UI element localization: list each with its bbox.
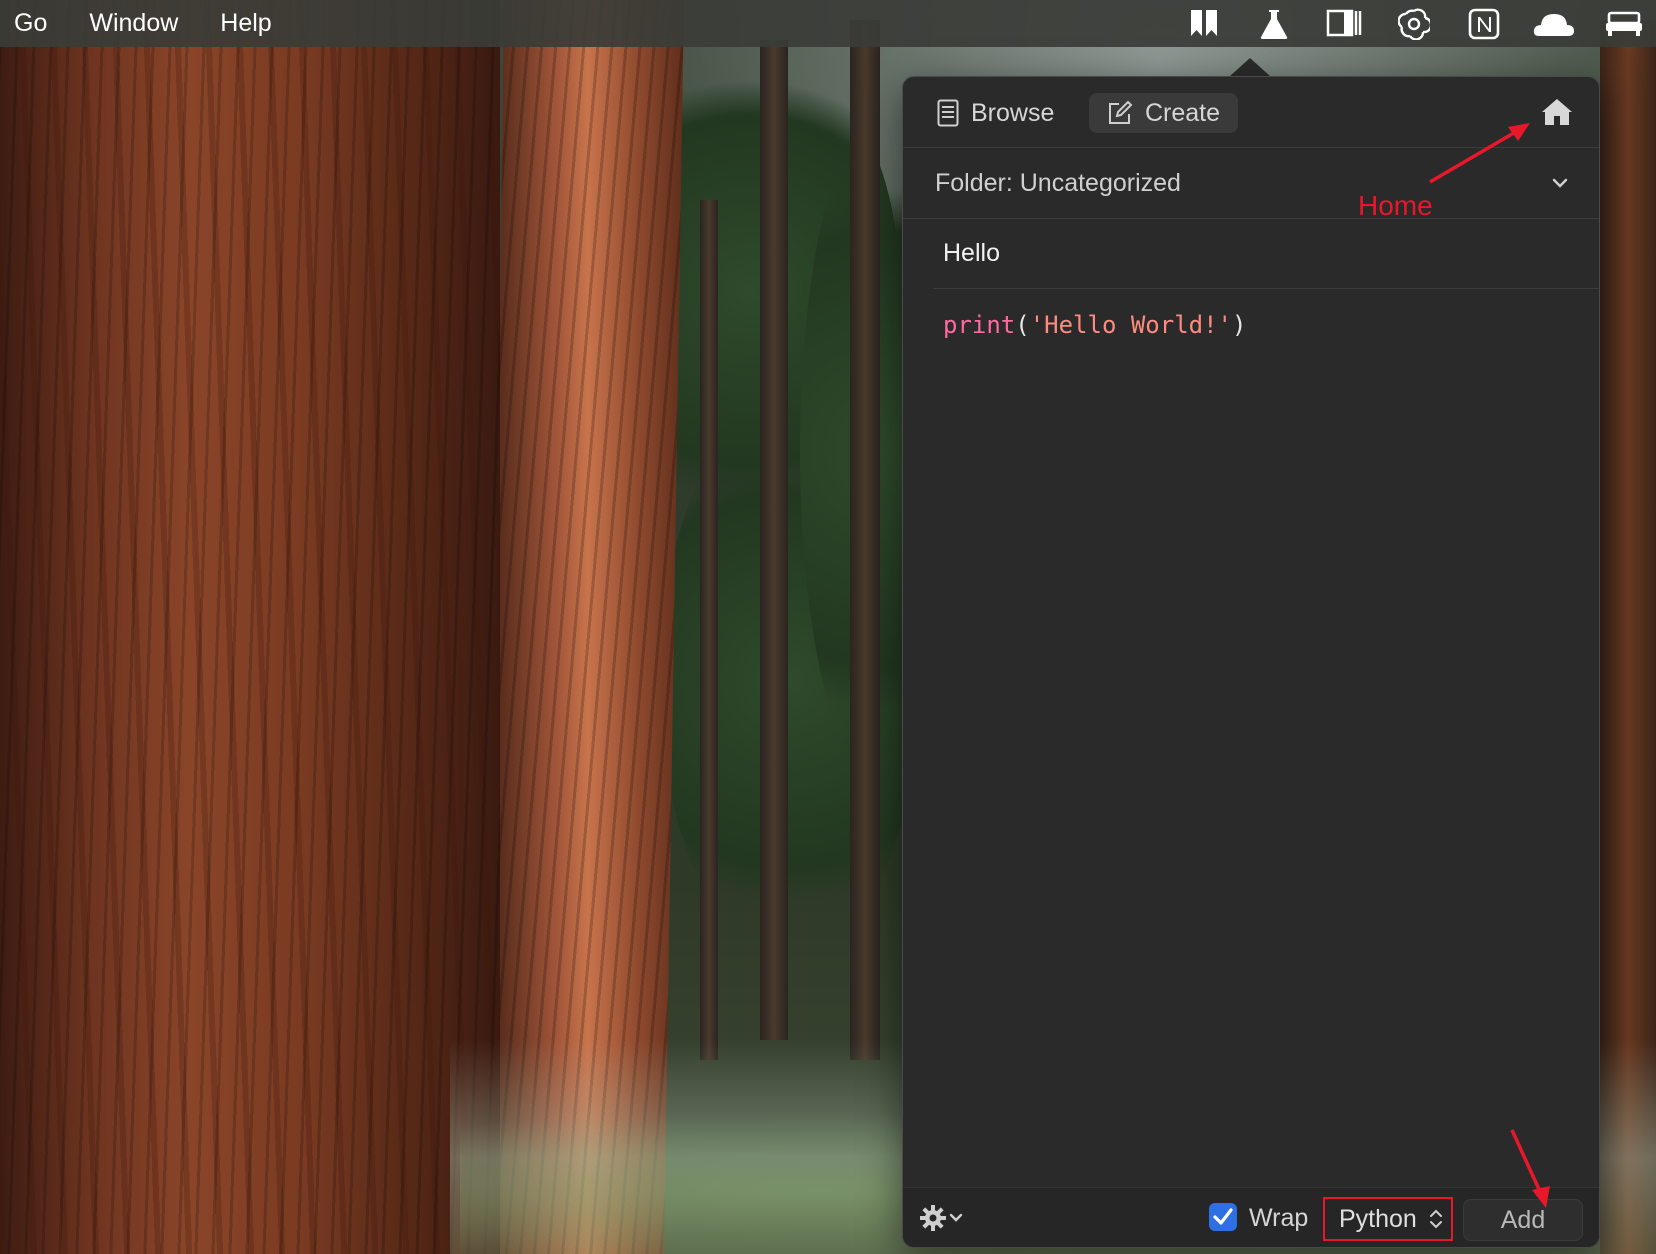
notion-icon[interactable] [1462,4,1506,44]
language-select-value: Python [1339,1204,1417,1233]
add-button[interactable]: Add [1463,1199,1583,1241]
home-icon [1542,99,1572,125]
menu-items: Go Window Help [14,0,314,47]
code-function-token: print [943,311,1016,339]
tab-browse-label: Browse [971,98,1055,127]
tab-browse[interactable]: Browse [927,93,1064,133]
flask-icon[interactable] [1252,4,1296,44]
checkmark-icon [1213,1208,1233,1225]
sidebar-panel-icon[interactable] [1322,4,1366,44]
cloud-icon[interactable] [1532,4,1576,44]
tree-trunk [0,0,500,1254]
tab-create[interactable]: Create [1089,93,1239,133]
openai-icon[interactable] [1392,4,1436,44]
menu-bar: Go Window Help [0,0,1656,47]
wrap-label: Wrap [1249,1203,1309,1232]
code-string-token: 'Hello World!' [1029,311,1232,339]
updown-chevron-icon [1430,1209,1442,1229]
bed-icon[interactable] [1602,4,1646,44]
menu-help[interactable]: Help [220,9,271,38]
snippet-title-input[interactable]: Hello [933,219,1599,289]
home-annotation-label: Home [1358,190,1433,221]
settings-menu-button[interactable] [919,1201,967,1235]
language-select[interactable]: Python [1323,1197,1453,1241]
home-button[interactable] [1537,93,1577,131]
code-paren-close: ) [1232,311,1247,339]
compose-icon [1109,100,1133,124]
folder-label: Folder: Uncategorized [935,168,1181,197]
tab-create-label: Create [1145,98,1221,127]
menu-go[interactable]: Go [14,9,47,38]
code-editor[interactable]: print('Hello World!') [943,309,1563,1009]
panel-header: Browse Create [903,77,1599,148]
code-paren-open: ( [1015,311,1030,339]
snippet-popover: Browse Create Folder: Uncategorized Hell… [902,76,1600,1248]
status-icons [1156,0,1656,47]
menu-window[interactable]: Window [89,9,178,38]
wrap-checkbox[interactable] [1209,1203,1237,1231]
chevron-down-icon [1552,178,1568,188]
folder-selector[interactable]: Folder: Uncategorized [903,148,1599,219]
tree-trunk [700,200,718,1060]
popover-arrow [1230,58,1270,76]
gear-icon [920,1205,963,1231]
tree-trunk [760,40,788,1040]
tree-trunk [850,20,880,1060]
bookmark-icon[interactable] [1182,4,1226,44]
panel-footer: Wrap Python Add [903,1187,1599,1247]
list-icon [937,99,959,127]
